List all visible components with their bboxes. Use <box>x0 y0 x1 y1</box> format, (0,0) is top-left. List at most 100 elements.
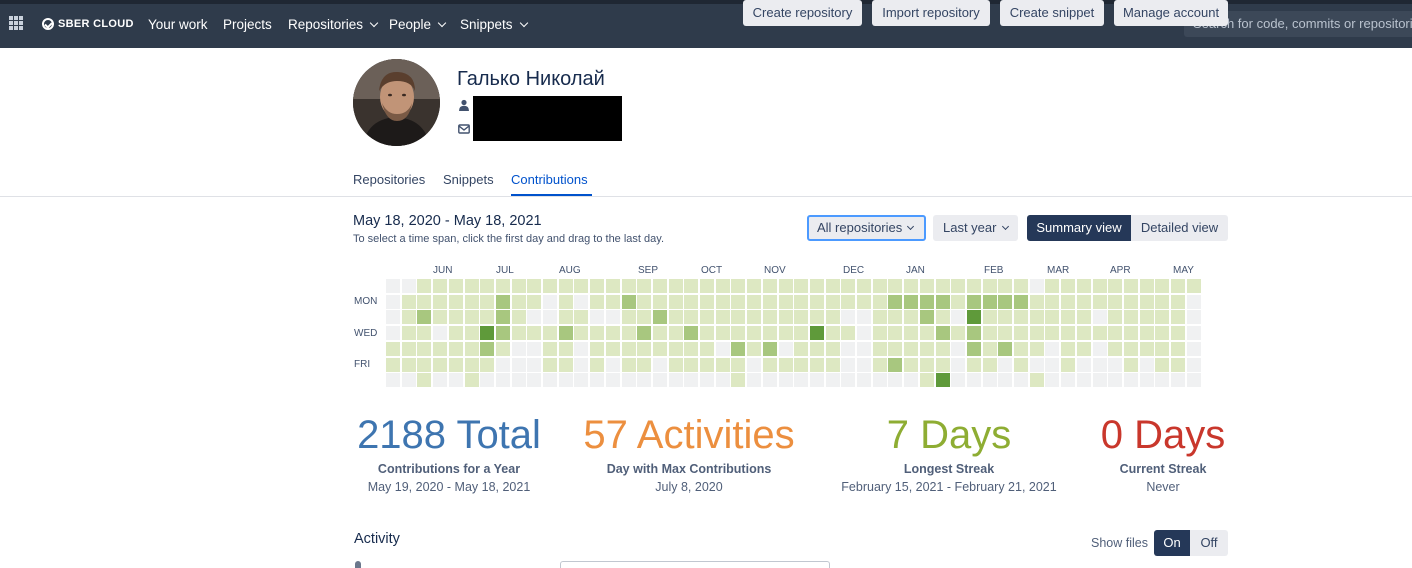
heatmap-cell[interactable] <box>998 279 1013 293</box>
heatmap-cell[interactable] <box>966 310 981 325</box>
heatmap-cell[interactable] <box>935 294 950 309</box>
heatmap-cell[interactable] <box>778 310 793 325</box>
heatmap-cell[interactable] <box>621 373 636 388</box>
heatmap-cell[interactable] <box>919 373 934 388</box>
activity-item-card[interactable] <box>560 561 830 568</box>
heatmap-cell[interactable] <box>558 341 573 356</box>
heatmap-cell[interactable] <box>1108 341 1123 356</box>
heatmap-cell[interactable] <box>668 310 683 325</box>
heatmap-cell[interactable] <box>511 357 526 372</box>
heatmap-cell[interactable] <box>794 357 809 372</box>
heatmap-cell[interactable] <box>558 294 573 309</box>
heatmap-cell[interactable] <box>574 373 589 388</box>
heatmap-cell[interactable] <box>1014 310 1028 325</box>
heatmap-cell[interactable] <box>480 294 495 309</box>
heatmap-cell[interactable] <box>495 310 510 325</box>
heatmap-cell[interactable] <box>841 341 856 356</box>
heatmap-cell[interactable] <box>668 326 683 341</box>
heatmap-cell[interactable] <box>637 294 652 309</box>
heatmap-cell[interactable] <box>872 294 887 309</box>
heatmap-cell[interactable] <box>794 310 809 325</box>
heatmap-cell[interactable] <box>433 357 448 372</box>
heatmap-cell[interactable] <box>700 357 714 372</box>
heatmap-cell[interactable] <box>794 326 809 341</box>
heatmap-cell[interactable] <box>982 341 997 356</box>
heatmap-cell[interactable] <box>1061 279 1076 293</box>
show-files-off-button[interactable]: Off <box>1190 530 1228 556</box>
heatmap-cell[interactable] <box>464 341 479 356</box>
heatmap-cell[interactable] <box>857 357 871 372</box>
heatmap-cell[interactable] <box>417 341 432 356</box>
heatmap-cell[interactable] <box>778 373 793 388</box>
heatmap-cell[interactable] <box>888 357 903 372</box>
heatmap-cell[interactable] <box>715 357 730 372</box>
nav-repositories[interactable]: Repositories <box>288 14 379 34</box>
heatmap-cell[interactable] <box>464 357 479 372</box>
heatmap-cell[interactable] <box>543 279 557 293</box>
heatmap-cell[interactable] <box>1014 279 1028 293</box>
heatmap-cell[interactable] <box>1045 294 1060 309</box>
heatmap-cell[interactable] <box>700 373 714 388</box>
heatmap-cell[interactable] <box>998 373 1013 388</box>
heatmap-cell[interactable] <box>1076 326 1091 341</box>
heatmap-cell[interactable] <box>1108 326 1123 341</box>
heatmap-cell[interactable] <box>621 357 636 372</box>
heatmap-cell[interactable] <box>966 294 981 309</box>
heatmap-cell[interactable] <box>762 357 777 372</box>
heatmap-cell[interactable] <box>1045 310 1060 325</box>
heatmap-cell[interactable] <box>668 294 683 309</box>
heatmap-cell[interactable] <box>543 341 557 356</box>
heatmap-cell[interactable] <box>1123 294 1138 309</box>
heatmap-cell[interactable] <box>919 279 934 293</box>
heatmap-cell[interactable] <box>841 294 856 309</box>
heatmap-cell[interactable] <box>1186 357 1201 372</box>
heatmap-cell[interactable] <box>715 341 730 356</box>
heatmap-cell[interactable] <box>747 279 762 293</box>
heatmap-cell[interactable] <box>951 279 966 293</box>
app-switcher-icon[interactable] <box>9 16 23 30</box>
heatmap-cell[interactable] <box>448 373 463 388</box>
heatmap-cell[interactable] <box>857 341 871 356</box>
heatmap-cell[interactable] <box>417 310 432 325</box>
heatmap-cell[interactable] <box>621 326 636 341</box>
heatmap-cell[interactable] <box>574 294 589 309</box>
heatmap-cell[interactable] <box>747 357 762 372</box>
heatmap-cell[interactable] <box>590 326 605 341</box>
heatmap-cell[interactable] <box>590 341 605 356</box>
heatmap-cell[interactable] <box>495 326 510 341</box>
heatmap-cell[interactable] <box>1076 341 1091 356</box>
heatmap-cell[interactable] <box>1092 326 1107 341</box>
heatmap-cell[interactable] <box>401 310 416 325</box>
period-filter-dropdown[interactable]: Last year <box>933 215 1018 241</box>
heatmap-cell[interactable] <box>841 279 856 293</box>
heatmap-cell[interactable] <box>401 373 416 388</box>
heatmap-cell[interactable] <box>1029 357 1044 372</box>
heatmap-cell[interactable] <box>809 357 824 372</box>
heatmap-cell[interactable] <box>1171 357 1185 372</box>
heatmap-cell[interactable] <box>511 326 526 341</box>
heatmap-cell[interactable] <box>904 341 919 356</box>
heatmap-cell[interactable] <box>1014 373 1028 388</box>
heatmap-cell[interactable] <box>637 357 652 372</box>
heatmap-cell[interactable] <box>715 310 730 325</box>
heatmap-cell[interactable] <box>904 357 919 372</box>
heatmap-cell[interactable] <box>951 294 966 309</box>
heatmap-cell[interactable] <box>386 341 400 356</box>
heatmap-cell[interactable] <box>809 310 824 325</box>
heatmap-cell[interactable] <box>590 310 605 325</box>
heatmap-cell[interactable] <box>527 373 542 388</box>
heatmap-cell[interactable] <box>731 373 746 388</box>
heatmap-cell[interactable] <box>637 279 652 293</box>
heatmap-cell[interactable] <box>951 341 966 356</box>
heatmap-cell[interactable] <box>684 279 699 293</box>
heatmap-cell[interactable] <box>778 294 793 309</box>
heatmap-cell[interactable] <box>966 341 981 356</box>
heatmap-cell[interactable] <box>762 341 777 356</box>
heatmap-cell[interactable] <box>1014 326 1028 341</box>
heatmap-cell[interactable] <box>1061 294 1076 309</box>
heatmap-cell[interactable] <box>747 310 762 325</box>
heatmap-cell[interactable] <box>558 310 573 325</box>
heatmap-cell[interactable] <box>857 373 871 388</box>
heatmap-cell[interactable] <box>527 326 542 341</box>
heatmap-cell[interactable] <box>1139 341 1154 356</box>
